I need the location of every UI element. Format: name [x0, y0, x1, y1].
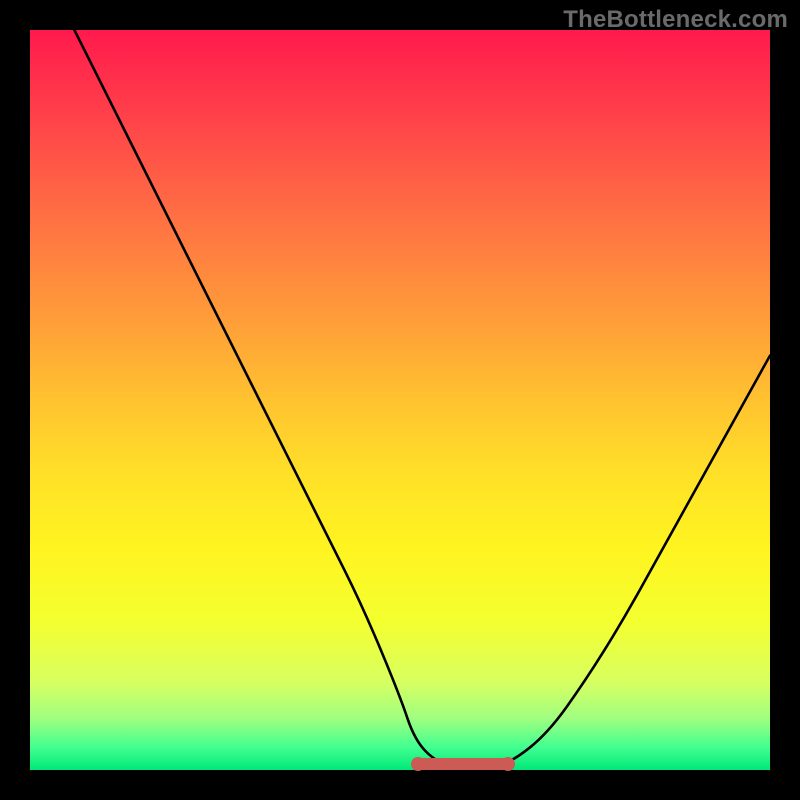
chart-frame: TheBottleneck.com	[0, 0, 800, 800]
flat-region-marker	[415, 758, 511, 770]
plot-area	[30, 30, 770, 770]
bottleneck-curve-path	[74, 30, 770, 766]
curve-svg	[30, 30, 770, 770]
